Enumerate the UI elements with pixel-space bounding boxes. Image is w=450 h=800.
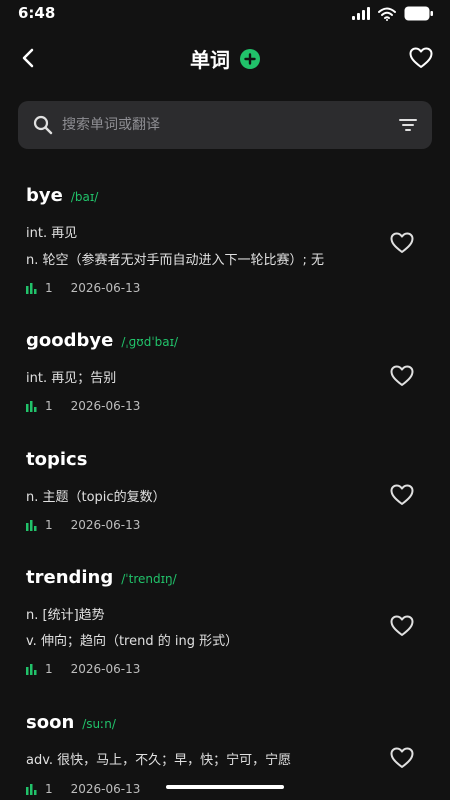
word-text: trending	[26, 567, 114, 588]
word-meta: 1 2026-06-13	[26, 518, 140, 532]
word-phonetic: /suːn/	[82, 717, 116, 731]
lookup-count: 1	[45, 399, 53, 413]
word-item[interactable]: topics n. 主题（topic的复数） 1 2026-06-13	[0, 449, 450, 549]
add-word-button[interactable]	[240, 48, 260, 69]
favorite-button[interactable]	[388, 362, 416, 390]
word-head: soon /suːn/	[26, 712, 116, 733]
word-phonetic: /ˈtrendɪŋ/	[121, 572, 177, 586]
heart-icon	[390, 484, 414, 505]
home-indicator[interactable]	[166, 785, 284, 789]
word-head: trending /ˈtrendɪŋ/	[26, 567, 177, 588]
bar-chart-icon	[26, 519, 37, 531]
search-input[interactable]	[62, 101, 382, 149]
search-bar	[18, 101, 432, 149]
filter-icon[interactable]	[398, 115, 418, 135]
bar-chart-icon	[26, 282, 37, 294]
word-text: soon	[26, 712, 75, 733]
word-definition: int. 再见；告别	[26, 371, 117, 386]
word-head: bye /baɪ/	[26, 185, 98, 206]
word-definition: int. 再见	[26, 226, 78, 241]
word-definition: adv. 很快，马上，不久；早，快；宁可，宁愿	[26, 753, 292, 768]
battery-icon	[404, 6, 434, 21]
lookup-count: 1	[45, 782, 53, 796]
word-text: bye	[26, 185, 63, 206]
title-wrap: 单词	[0, 44, 450, 73]
status-time: 6:48	[18, 4, 56, 22]
signal-icon	[352, 7, 370, 20]
lookup-count: 1	[45, 662, 53, 676]
heart-icon	[390, 232, 414, 253]
word-head: goodbye /ˌɡʊdˈbaɪ/	[26, 330, 178, 351]
status-icons	[352, 6, 434, 21]
favorite-button[interactable]	[388, 229, 416, 257]
word-meta: 1 2026-06-13	[26, 281, 140, 295]
word-date: 2026-06-13	[70, 518, 141, 532]
word-phonetic: /baɪ/	[70, 190, 99, 204]
bar-chart-icon	[26, 400, 37, 412]
word-head: topics	[26, 449, 95, 470]
bar-chart-icon	[26, 783, 37, 795]
favorite-button[interactable]	[388, 612, 416, 640]
page-title: 单词	[190, 48, 230, 72]
heart-icon	[390, 747, 414, 768]
word-item[interactable]: trending /ˈtrendɪŋ/ n. [统计]趋势 v. 伸向；趋向（t…	[0, 567, 450, 692]
word-item[interactable]: goodbye /ˌɡʊdˈbaɪ/ int. 再见；告别 1 2026-06-…	[0, 330, 450, 430]
bar-chart-icon	[26, 663, 37, 675]
header: 单词	[0, 38, 450, 78]
word-phonetic: /ˌɡʊdˈbaɪ/	[121, 335, 179, 349]
word-date: 2026-06-13	[70, 782, 141, 796]
status-bar: 6:48	[0, 0, 450, 28]
word-definition: v. 伸向；趋向（trend 的 ing 形式）	[26, 634, 239, 649]
word-date: 2026-06-13	[70, 662, 141, 676]
word-meta: 1 2026-06-13	[26, 782, 140, 796]
lookup-count: 1	[45, 518, 53, 532]
word-definition: n. 主题（topic的复数）	[26, 490, 166, 505]
word-date: 2026-06-13	[70, 399, 141, 413]
plus-icon	[244, 52, 256, 65]
favorites-button[interactable]	[406, 43, 436, 73]
lookup-count: 1	[45, 281, 53, 295]
word-definition: n. [统计]趋势	[26, 608, 105, 623]
word-meta: 1 2026-06-13	[26, 399, 140, 413]
favorite-button[interactable]	[388, 481, 416, 509]
word-text: topics	[26, 449, 88, 470]
heart-icon	[390, 615, 414, 636]
word-date: 2026-06-13	[70, 281, 141, 295]
heart-icon	[409, 47, 433, 68]
wifi-icon	[378, 7, 396, 21]
favorite-button[interactable]	[388, 744, 416, 772]
word-text: goodbye	[26, 330, 114, 351]
word-item[interactable]: bye /baɪ/ int. 再见 n. 轮空（参赛者无对手而自动进入下一轮比赛…	[0, 185, 450, 310]
word-meta: 1 2026-06-13	[26, 662, 140, 676]
heart-icon	[390, 365, 414, 386]
search-icon	[33, 115, 53, 135]
word-definition: n. 轮空（参赛者无对手而自动进入下一轮比赛）; 无	[26, 253, 325, 268]
